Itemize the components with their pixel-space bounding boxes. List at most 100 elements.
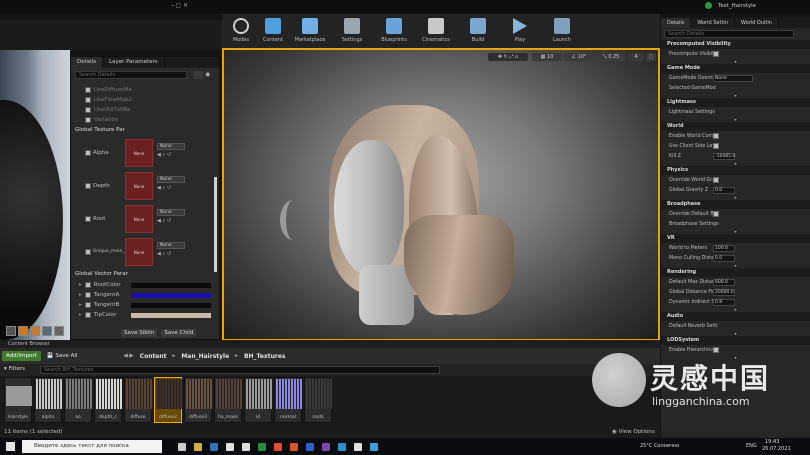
save-sibling-button[interactable]: Save Siblin <box>121 329 158 337</box>
section-header[interactable]: LODSystem <box>661 336 810 345</box>
breadcrumb-bh-textures[interactable]: BH_Textures <box>244 353 286 360</box>
browse-icons[interactable]: ◀ ⌕ ↺ <box>157 185 171 191</box>
property-checkbox[interactable] <box>713 177 719 183</box>
section-header[interactable]: Precomputed Visibility <box>661 40 810 49</box>
mode-button-1[interactable] <box>6 326 16 336</box>
toolbar-modes-button[interactable]: Modes <box>226 14 256 46</box>
weather[interactable]: 25°C Солнечно <box>640 443 679 449</box>
section-header[interactable]: Game Mode <box>661 64 810 73</box>
epic-icon[interactable] <box>242 442 250 451</box>
browse-icons[interactable]: ◀ ⌕ ↺ <box>157 251 171 257</box>
mode-button-5[interactable] <box>54 326 64 336</box>
add-import-button[interactable]: Add/Import <box>2 351 41 361</box>
texture-slot[interactable]: None <box>125 139 153 167</box>
rotation-snap[interactable]: ∠ 10° <box>564 53 594 61</box>
property-dropdown[interactable]: None <box>713 74 753 82</box>
property-value-input[interactable]: 100.0 <box>713 244 735 252</box>
asset-tile[interactable]: roots <box>304 377 332 423</box>
asset-tile[interactable]: diffuse3 <box>184 377 212 423</box>
section-global-texture[interactable]: Global Texture Par <box>75 127 125 133</box>
taskbar-search-input[interactable]: Введите здесь текст для поиска <box>22 440 162 453</box>
property-value-input[interactable]: 600.0 <box>713 278 735 286</box>
right-search-input[interactable]: Search Details <box>664 30 794 38</box>
section-header[interactable]: VR <box>661 234 810 243</box>
file-explorer-icon[interactable] <box>194 442 202 451</box>
texture-slot[interactable]: None <box>125 172 153 200</box>
mode-button-3[interactable] <box>30 326 40 336</box>
param-checkbox[interactable] <box>84 292 91 298</box>
camera-speed[interactable]: 4 <box>628 53 644 61</box>
toolbar-play-button[interactable]: Play <box>500 14 540 46</box>
section-header[interactable]: Lightmass <box>661 98 810 107</box>
toolbar-build-button[interactable]: Build <box>458 14 498 46</box>
panel-close-controls[interactable]: ⬝ ▢ ✕ <box>172 2 212 12</box>
asset-tile[interactable]: diffuse2 <box>154 377 182 423</box>
unreal-icon[interactable] <box>354 442 362 451</box>
property-checkbox[interactable] <box>713 211 719 217</box>
color-swatch[interactable] <box>130 312 211 318</box>
color-swatch[interactable] <box>130 302 211 308</box>
app-icon[interactable] <box>322 442 330 451</box>
grid-snap[interactable]: ▦ 10 <box>532 53 562 61</box>
asset-search-input[interactable]: Search BH_Textures <box>40 366 440 374</box>
save-child-button[interactable]: Save Child <box>161 329 197 337</box>
color-swatch[interactable] <box>130 292 211 298</box>
color-swatch[interactable] <box>130 282 211 288</box>
scale-snap[interactable]: ⤡ 0.25 <box>596 53 626 61</box>
texture-dropdown[interactable]: None <box>157 242 185 249</box>
toolbar-marketplace-button[interactable]: Marketplace <box>290 14 330 46</box>
toolbar-launch-button[interactable]: Launch <box>542 14 582 46</box>
tab-details[interactable]: Details <box>71 57 104 68</box>
param-checkbox[interactable] <box>85 216 91 222</box>
asset-tile[interactable]: diffuse <box>124 377 152 423</box>
language[interactable]: ENG <box>746 443 757 449</box>
property-value-input[interactable]: 20000.0 <box>713 288 735 296</box>
maximize-icon[interactable]: ▢ <box>646 53 656 61</box>
property-checkbox[interactable] <box>713 143 719 149</box>
windows-start-icon[interactable] <box>6 442 15 451</box>
chrome-icon[interactable] <box>274 442 282 451</box>
office-icon[interactable] <box>290 442 298 451</box>
property-value-input[interactable]: 0.8 <box>713 298 735 306</box>
left-viewport[interactable] <box>0 50 70 340</box>
param-checkbox[interactable] <box>84 312 91 318</box>
gizmo-arc[interactable] <box>280 200 306 240</box>
property-value-input[interactable]: 0.0 <box>713 254 735 262</box>
filters-button[interactable]: ▾ Filters <box>4 366 25 372</box>
section-header[interactable]: World <box>661 122 810 131</box>
section-header[interactable]: Broadphase <box>661 200 810 209</box>
property-value-input[interactable]: 0.0 <box>713 186 735 194</box>
details-search-input[interactable]: Search Details <box>75 71 187 79</box>
view-options-button[interactable]: ◉ View Options <box>612 429 655 435</box>
param-checkbox[interactable] <box>85 87 91 93</box>
tab-details[interactable]: Details <box>661 18 692 28</box>
param-checkbox[interactable] <box>85 107 91 113</box>
property-checkbox[interactable] <box>713 51 719 57</box>
save-all-button[interactable]: 💾 Save All <box>47 353 78 359</box>
asset-tile[interactable]: depth_c <box>94 377 122 423</box>
toolbar-content-button[interactable]: Content <box>258 14 288 46</box>
breadcrumb-man-hairstyle[interactable]: Man_Hairstyle <box>181 353 229 360</box>
mode-button-4[interactable] <box>42 326 52 336</box>
nav-arrows[interactable]: ◀ ▶ <box>123 353 133 359</box>
app-icon[interactable] <box>258 442 266 451</box>
param-checkbox[interactable] <box>85 117 91 123</box>
texture-slot[interactable]: None <box>125 238 153 266</box>
main-viewport[interactable]: ✥ ↻ ⤢ ⌂ ▦ 10 ∠ 10° ⤡ 0.25 4 ▢ <box>222 48 660 341</box>
asset-tile[interactable]: id <box>244 377 272 423</box>
param-checkbox[interactable] <box>84 302 91 308</box>
toolbar-cinematics-button[interactable]: Cinematics <box>416 14 456 46</box>
asset-tile[interactable]: alpha <box>34 377 62 423</box>
browse-icons[interactable]: ◀ ⌕ ↺ <box>157 218 171 224</box>
browse-icons[interactable]: ◀ ⌕ ↺ <box>157 152 171 158</box>
grid-view-icon[interactable] <box>193 71 203 79</box>
edge-icon[interactable] <box>338 442 346 451</box>
section-header[interactable]: Rendering <box>661 268 810 277</box>
asset-tile[interactable]: ao <box>64 377 92 423</box>
section-header[interactable]: Audio <box>661 312 810 321</box>
asset-tile[interactable]: ha_mask <box>214 377 242 423</box>
word-icon[interactable] <box>306 442 314 451</box>
tab-layer-parameters[interactable]: Layer Parameters <box>103 57 165 68</box>
app-icon[interactable] <box>370 442 378 451</box>
property-value-input[interactable]: -10485.0 <box>713 152 735 160</box>
